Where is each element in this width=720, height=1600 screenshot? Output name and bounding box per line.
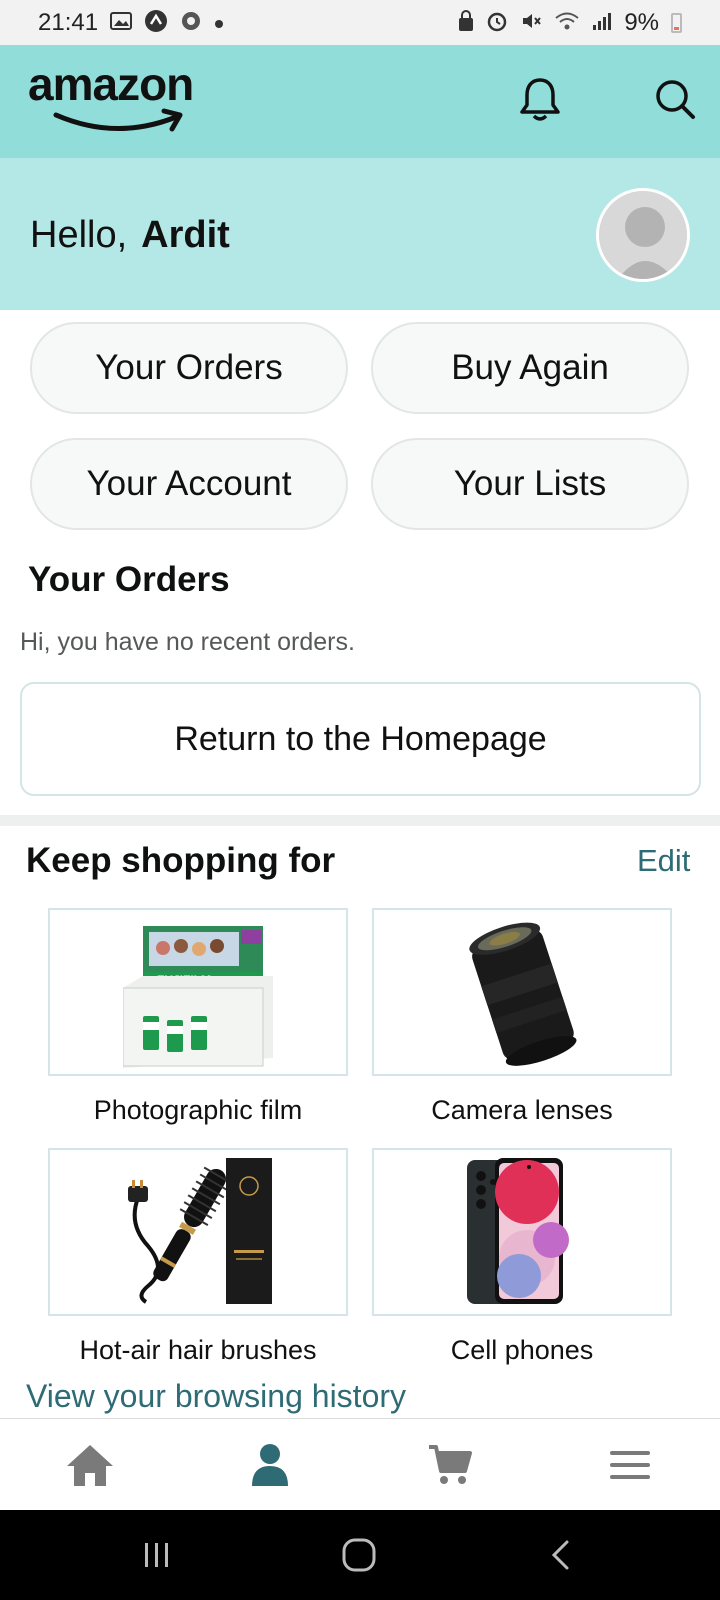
status-bar-left: 21:41 bbox=[38, 9, 224, 37]
bell-icon bbox=[520, 78, 560, 121]
card-label-hot-air-hair-brushes[interactable]: Hot-air hair brushes bbox=[48, 1335, 348, 1366]
orders-section-title: Your Orders bbox=[28, 560, 230, 599]
product-card-camera-lenses[interactable] bbox=[372, 908, 672, 1076]
product-card-photographic-film[interactable]: FUJIFILM bbox=[48, 908, 348, 1076]
no-orders-message: Hi, you have no recent orders. bbox=[20, 628, 355, 656]
search-button[interactable] bbox=[651, 75, 699, 123]
cart-icon bbox=[429, 1445, 472, 1484]
cell-phone-image bbox=[467, 1158, 569, 1304]
mute-icon bbox=[520, 10, 542, 36]
system-navigation-bar bbox=[0, 1510, 720, 1600]
your-orders-button[interactable]: Your Orders bbox=[30, 322, 348, 414]
status-bar: 21:41 9% bbox=[0, 0, 720, 45]
avatar[interactable] bbox=[596, 188, 690, 282]
lock-icon bbox=[458, 9, 474, 36]
greeting-text: Hello, Ardit bbox=[30, 214, 230, 257]
dot-icon bbox=[214, 13, 224, 33]
film-box-image: FUJIFILM bbox=[123, 926, 273, 1068]
hair-brush-image bbox=[128, 1158, 272, 1304]
messenger-icon bbox=[144, 9, 168, 37]
alarm-icon bbox=[486, 10, 508, 36]
your-account-button[interactable]: Your Account bbox=[30, 438, 348, 530]
logo-text: amazon bbox=[28, 58, 194, 110]
amazon-logo[interactable]: amazon bbox=[28, 58, 194, 132]
back-icon bbox=[551, 1540, 569, 1570]
nav-cart-button[interactable] bbox=[360, 1419, 540, 1511]
product-card-hot-air-hair-brushes[interactable] bbox=[48, 1148, 348, 1316]
search-icon bbox=[656, 80, 695, 119]
your-lists-button[interactable]: Your Lists bbox=[371, 438, 689, 530]
account-icon bbox=[252, 1444, 288, 1486]
home-button-icon bbox=[342, 1538, 376, 1572]
nav-account-button[interactable] bbox=[180, 1419, 360, 1511]
card-label-camera-lenses[interactable]: Camera lenses bbox=[372, 1095, 672, 1126]
recent-apps-icon bbox=[145, 1543, 168, 1567]
notifications-button[interactable] bbox=[516, 75, 564, 123]
status-bar-right: 9% bbox=[458, 9, 682, 37]
menu-icon bbox=[610, 1451, 650, 1479]
keep-shopping-title: Keep shopping for bbox=[26, 841, 336, 880]
gallery-icon bbox=[110, 11, 133, 35]
greeting-name: Ardit bbox=[141, 214, 230, 256]
greeting-prefix: Hello, bbox=[30, 214, 128, 256]
signal-icon bbox=[592, 11, 612, 35]
nav-menu-button[interactable] bbox=[540, 1419, 720, 1511]
system-home-button[interactable] bbox=[299, 1510, 419, 1600]
nav-home-button[interactable] bbox=[0, 1419, 180, 1511]
logo-smile-icon bbox=[53, 108, 183, 132]
return-to-homepage-button[interactable]: Return to the Homepage bbox=[20, 682, 701, 796]
card-label-photographic-film[interactable]: Photographic film bbox=[48, 1095, 348, 1126]
bottom-navigation bbox=[0, 1418, 720, 1510]
user-placeholder-icon bbox=[599, 191, 687, 279]
wifi-icon bbox=[554, 11, 580, 35]
battery-icon bbox=[671, 12, 682, 33]
browsing-history-link[interactable]: View your browsing history bbox=[26, 1378, 406, 1415]
greeting-banner: Hello, Ardit bbox=[0, 158, 720, 310]
settings-icon bbox=[180, 10, 202, 36]
system-back-button[interactable] bbox=[500, 1510, 620, 1600]
edit-link[interactable]: Edit bbox=[637, 843, 690, 879]
app-header: amazon bbox=[0, 45, 720, 158]
section-divider bbox=[0, 815, 720, 826]
recent-apps-button[interactable] bbox=[97, 1510, 217, 1600]
product-card-cell-phones[interactable] bbox=[372, 1148, 672, 1316]
home-icon bbox=[67, 1445, 113, 1486]
battery-percent: 9% bbox=[624, 8, 659, 36]
status-time: 21:41 bbox=[38, 8, 99, 36]
card-label-cell-phones[interactable]: Cell phones bbox=[372, 1335, 672, 1366]
buy-again-button[interactable]: Buy Again bbox=[371, 322, 689, 414]
camera-lens-image bbox=[469, 922, 577, 1066]
